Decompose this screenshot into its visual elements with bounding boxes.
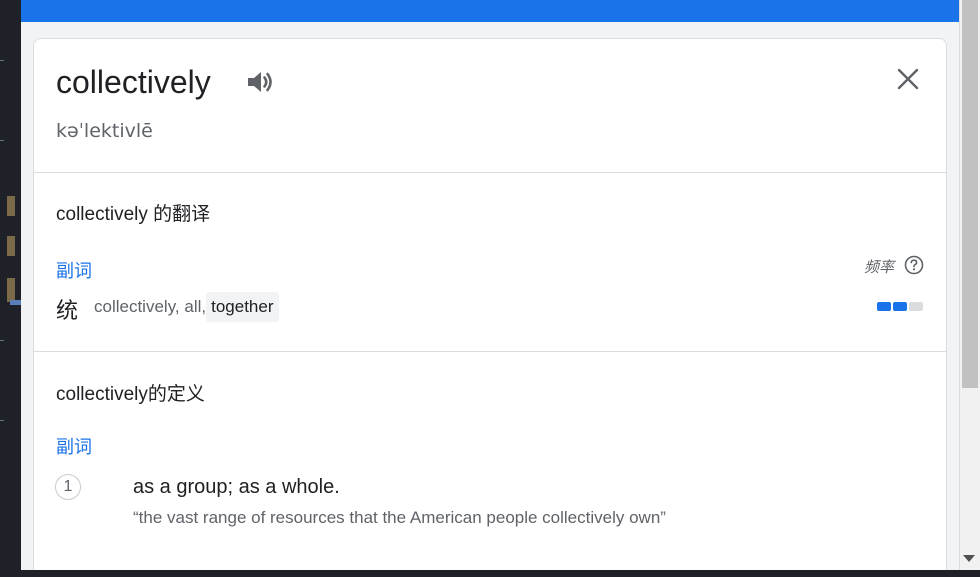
frequency-label: 频率 xyxy=(864,259,895,276)
background-taskbar xyxy=(0,570,980,577)
synonym-list: collectively, all, together xyxy=(94,292,279,322)
headword: collectively xyxy=(56,64,211,100)
phonetic-transcription: kəˈlektivlē xyxy=(56,120,153,142)
frequency-bar xyxy=(877,302,891,311)
translation-section-title: collectively 的翻译 xyxy=(56,204,211,225)
editor-marker-blue xyxy=(10,300,21,305)
editor-marker xyxy=(7,196,15,216)
editor-tick xyxy=(0,60,4,61)
definition-part-of-speech: 副词 xyxy=(56,437,92,457)
frequency-bar xyxy=(893,302,907,311)
scrollbar-thumb[interactable] xyxy=(962,0,978,388)
help-circle-icon[interactable] xyxy=(904,255,924,275)
synonym-chip-together[interactable]: together xyxy=(206,292,279,322)
synonym-text: collectively, all, xyxy=(94,297,207,316)
volume-up-icon[interactable] xyxy=(245,68,275,96)
background-editor-strip xyxy=(0,0,21,577)
editor-tick xyxy=(0,140,4,141)
entry-header-card xyxy=(33,38,947,172)
definition-section-title: collectively的定义 xyxy=(56,384,205,405)
header-bar xyxy=(21,0,959,22)
section-divider xyxy=(34,351,946,352)
frequency-bar xyxy=(909,302,923,311)
scroll-down-arrow-icon[interactable] xyxy=(963,555,975,562)
editor-tick xyxy=(0,340,4,341)
translated-word: 统 xyxy=(56,298,79,323)
definition-number: 1 xyxy=(55,474,81,500)
definition-gloss: as a group; as a whole. xyxy=(133,476,340,498)
editor-marker xyxy=(7,278,15,302)
close-icon[interactable] xyxy=(893,64,923,94)
translation-part-of-speech: 副词 xyxy=(56,261,92,281)
editor-tick xyxy=(0,420,4,421)
definition-example: “the vast range of resources that the Am… xyxy=(133,508,666,527)
editor-marker xyxy=(7,236,15,256)
